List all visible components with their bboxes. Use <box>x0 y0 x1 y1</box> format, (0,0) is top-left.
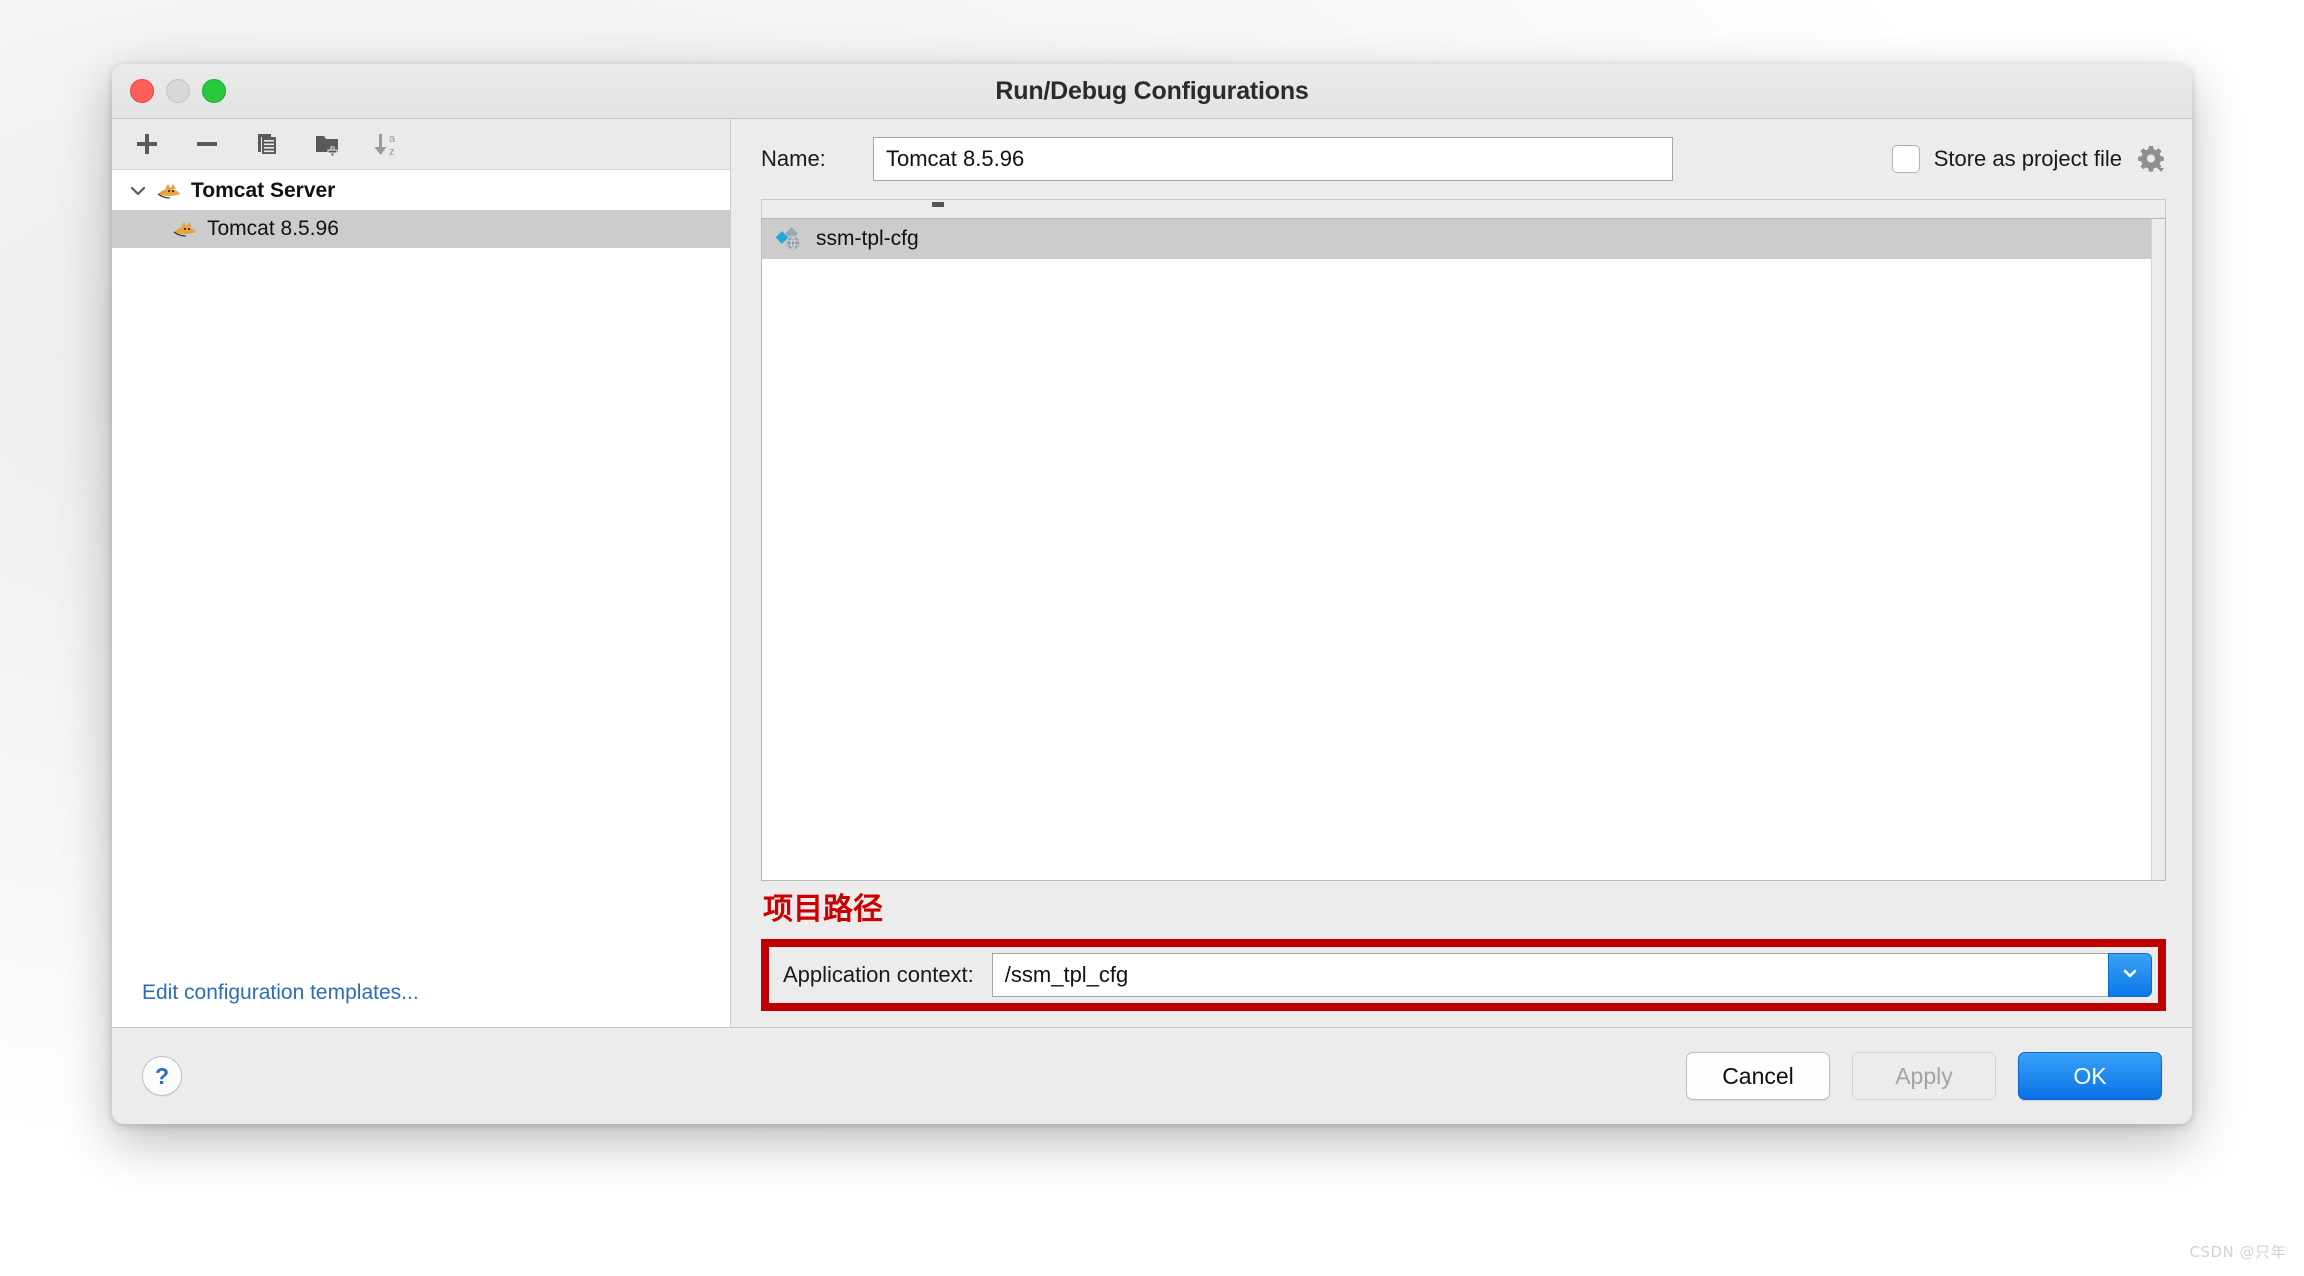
configurations-sidebar: a z Tomcat Server Tomcat 8.5.96 Edit con… <box>112 119 731 1027</box>
chevron-down-icon[interactable] <box>126 179 150 203</box>
close-button[interactable] <box>130 79 154 103</box>
minimize-button[interactable] <box>166 79 190 103</box>
add-configuration-button[interactable] <box>128 125 166 163</box>
application-context-label: Application context: <box>783 962 974 987</box>
zoom-button[interactable] <box>202 79 226 103</box>
store-as-project-file-group[interactable]: Store as project file <box>1891 144 2166 174</box>
copy-icon <box>254 131 280 157</box>
artifacts-list-scrollbar[interactable] <box>2151 219 2165 880</box>
dialog-body: a z Tomcat Server Tomcat 8.5.96 Edit con… <box>112 119 2192 1027</box>
window-controls <box>130 64 226 118</box>
cancel-button[interactable]: Cancel <box>1686 1052 1830 1100</box>
run-debug-configurations-dialog: Run/Debug Configurations a z Tomcat Serv… <box>112 64 2192 1124</box>
store-as-project-file-checkbox[interactable] <box>1891 145 1920 173</box>
list-item-label: ssm-tpl-cfg <box>816 227 919 250</box>
tomcat-icon <box>172 218 198 240</box>
ok-button[interactable]: OK <box>2018 1052 2162 1100</box>
svg-text:z: z <box>389 146 395 158</box>
name-row: Name: Store as project file <box>731 119 2192 199</box>
folder-add-icon <box>314 131 340 157</box>
remove-configuration-button[interactable] <box>188 125 226 163</box>
dialog-footer: ? Cancel Apply OK <box>112 1027 2192 1124</box>
tomcat-icon <box>156 180 182 202</box>
configurations-tree: Tomcat Server Tomcat 8.5.96 <box>112 170 730 981</box>
annotation-project-path: 项目路径 <box>763 892 883 927</box>
minus-icon <box>194 131 220 157</box>
plus-icon <box>134 131 160 157</box>
help-button[interactable]: ? <box>142 1056 182 1096</box>
tree-item-tomcat-server[interactable]: Tomcat Server <box>112 172 730 210</box>
edit-configuration-templates-link[interactable]: Edit configuration templates... <box>142 981 419 1004</box>
tree-item-label: Tomcat Server <box>191 179 336 202</box>
artifacts-list-viewport: ssm-tpl-cfg <box>762 219 2151 880</box>
store-as-project-file-label: Store as project file <box>1933 146 2122 171</box>
chevron-down-icon <box>2119 962 2141 989</box>
artifacts-list: ssm-tpl-cfg <box>761 218 2166 881</box>
artifact-icon <box>775 226 804 252</box>
apply-button[interactable]: Apply <box>1852 1052 1996 1100</box>
remove-artifact-button[interactable] <box>932 202 944 207</box>
copy-configuration-button[interactable] <box>248 125 286 163</box>
dialog-action-buttons: Cancel Apply OK <box>1686 1052 2162 1100</box>
gear-icon[interactable] <box>2136 144 2166 174</box>
name-label: Name: <box>761 146 826 171</box>
application-context-input[interactable]: /ssm_tpl_cfg <box>991 953 2108 997</box>
new-folder-button[interactable] <box>308 125 346 163</box>
application-context-combobox[interactable]: /ssm_tpl_cfg <box>991 953 2152 997</box>
name-input[interactable] <box>873 137 1673 181</box>
sort-configurations-button[interactable]: a z <box>368 125 406 163</box>
csdn-watermark: CSDN @只年 <box>2189 1243 2286 1261</box>
title-bar: Run/Debug Configurations <box>112 64 2192 119</box>
tree-item-label: Tomcat 8.5.96 <box>207 217 339 240</box>
window-title: Run/Debug Configurations <box>995 76 1309 105</box>
tree-item-tomcat-8-5-96[interactable]: Tomcat 8.5.96 <box>112 210 730 248</box>
configuration-details-panel: Name: Store as project file <box>731 119 2192 1027</box>
application-context-highlight: Application context: /ssm_tpl_cfg <box>761 939 2166 1011</box>
content-bottom-gap <box>761 1017 2166 1027</box>
sidebar-toolbar: a z <box>112 119 730 170</box>
svg-text:a: a <box>389 133 396 145</box>
application-context-dropdown-button[interactable] <box>2108 953 2152 997</box>
annotation-row: 项目路径 <box>761 881 2166 939</box>
artifact-toolbar-clipped <box>761 199 2166 218</box>
sort-az-icon: a z <box>373 130 401 158</box>
sidebar-footer: Edit configuration templates... <box>112 981 730 1027</box>
list-item[interactable]: ssm-tpl-cfg <box>762 219 2151 259</box>
deployment-content: ssm-tpl-cfg 项目路径 Application context: /s… <box>731 199 2192 1027</box>
